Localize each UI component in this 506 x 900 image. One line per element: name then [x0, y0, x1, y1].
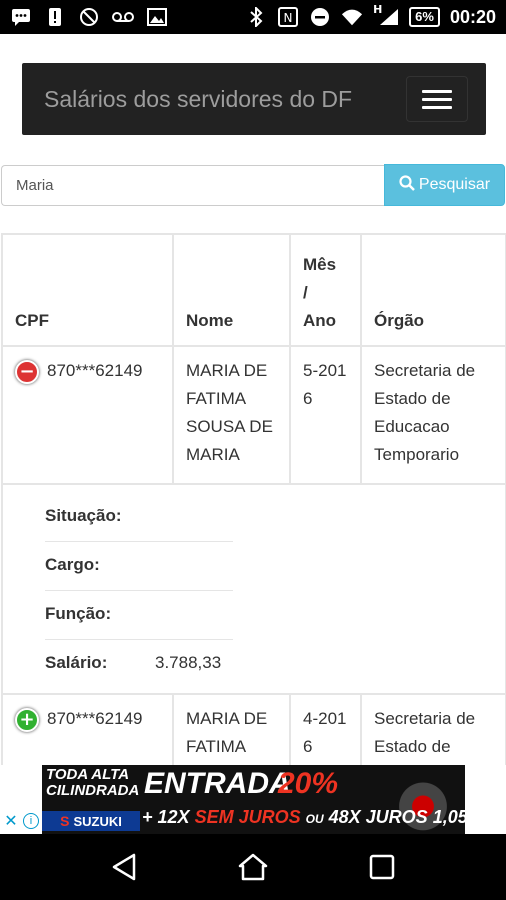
ad-terms: + 12X SEM JUROS OU 48X JUROS 1,05% [142, 807, 465, 828]
collapse-row-button[interactable]: − [15, 359, 39, 384]
ad-info-icon[interactable]: i [23, 813, 39, 829]
system-nav-bar [0, 834, 506, 900]
detail-label: Salário: [45, 653, 108, 672]
battery-indicator: 6% [409, 7, 440, 27]
search-icon [399, 174, 415, 196]
header-orgao[interactable]: Órgão [360, 233, 506, 347]
cell-cpf: −870***62149 [1, 345, 174, 485]
cell-nome: MARIA DE FATIMA SOUSA DE MARIA [172, 345, 291, 485]
clock: 00:20 [449, 6, 496, 27]
ad-terms-b: SEM JUROS [194, 807, 301, 827]
ad-terms-d: 48X [328, 807, 361, 827]
ad-terms-c: OU [305, 812, 324, 826]
ad-close-icon[interactable]: ✕ [2, 813, 20, 831]
bluetooth-icon [245, 7, 267, 27]
ad-headline-small: TODA ALTA CILINDRADA [46, 767, 139, 799]
svg-text:N: N [284, 11, 293, 25]
detail-label: Situação: [45, 506, 122, 525]
recents-icon[interactable] [362, 847, 402, 887]
ad-line1b: CILINDRADA [46, 782, 140, 799]
detail-cargo: Cargo: [45, 542, 233, 591]
ad-terms-e: JUROS 1,05% [365, 807, 465, 827]
back-icon[interactable] [104, 847, 144, 887]
detail-salario: Salário: 3.788,33 [45, 640, 233, 689]
expand-row-button[interactable]: + [15, 707, 39, 732]
hamburger-bar [422, 105, 452, 109]
ad-percent: 20% [278, 767, 339, 800]
site-title[interactable]: Salários dos servidores do DF [44, 86, 352, 113]
suzuki-brand: SUZUKI [73, 813, 122, 829]
header-mes-ano[interactable]: Mês / Ano [289, 233, 362, 347]
ad-entrada: ENTRADA [144, 767, 291, 800]
signal-icon: H [373, 3, 399, 27]
detail-value: 3.788,33 [155, 653, 222, 672]
nfc-icon: N [277, 7, 299, 27]
ad-line1a: TODA ALTA [46, 766, 130, 783]
search-input[interactable] [1, 165, 386, 206]
signal-label: H [373, 3, 383, 16]
search-button-label: Pesquisar [418, 176, 491, 193]
no-disturb-icon [78, 7, 100, 27]
detail-label: Função: [45, 604, 112, 623]
detail-cell: Situação: Cargo: Função: Salário: 3.788,3… [1, 483, 506, 695]
site-navbar: Salários dos servidores do DF [22, 63, 486, 135]
message-icon [10, 7, 32, 27]
alert-icon [44, 7, 66, 27]
home-icon[interactable] [233, 847, 273, 887]
cell-mes-ano: 5-2016 [289, 345, 362, 485]
status-bar: N H 6% 00:20 [0, 0, 506, 34]
detail-list: Situação: Cargo: Função: Salário: 3.788,3… [45, 493, 233, 689]
voicemail-icon [112, 7, 134, 27]
cpf-value: 870***62149 [47, 709, 143, 728]
suzuki-s-icon: S [60, 813, 70, 829]
ad-banner[interactable]: TODA ALTA CILINDRADA ENTRADA 20% S SUZUK… [0, 765, 506, 834]
ad-creative[interactable]: TODA ALTA CILINDRADA ENTRADA 20% S SUZUK… [42, 765, 465, 834]
header-nome[interactable]: Nome [172, 233, 291, 347]
hamburger-bar [422, 89, 452, 93]
suzuki-logo: S SUZUKI [42, 811, 140, 831]
table-row[interactable]: −870***62149 MARIA DE FATIMA SOUSA DE MA… [1, 345, 506, 485]
search-button[interactable]: Pesquisar [384, 164, 505, 206]
hamburger-bar [422, 97, 452, 101]
header-cpf[interactable]: CPF [1, 233, 174, 347]
cpf-value: 870***62149 [47, 361, 143, 380]
detail-funcao: Função: [45, 591, 233, 640]
results-table: CPF Nome Mês / Ano Órgão −870***62149 MA… [1, 233, 506, 785]
detail-row: Situação: Cargo: Função: Salário: 3.788,3… [1, 483, 506, 695]
wifi-icon [341, 7, 363, 27]
table-header-row: CPF Nome Mês / Ano Órgão [1, 233, 506, 347]
detail-label: Cargo: [45, 555, 100, 574]
dnd-icon [309, 7, 331, 27]
cell-orgao: Secretaria de Estado de Educacao Tempora… [360, 345, 506, 485]
detail-situacao: Situação: [45, 493, 233, 542]
status-left-icons [10, 7, 168, 27]
menu-toggle-button[interactable] [406, 76, 468, 122]
image-icon [146, 7, 168, 27]
ad-terms-a: + 12X [142, 807, 190, 827]
status-right-icons: N H 6% 00:20 [245, 3, 496, 28]
